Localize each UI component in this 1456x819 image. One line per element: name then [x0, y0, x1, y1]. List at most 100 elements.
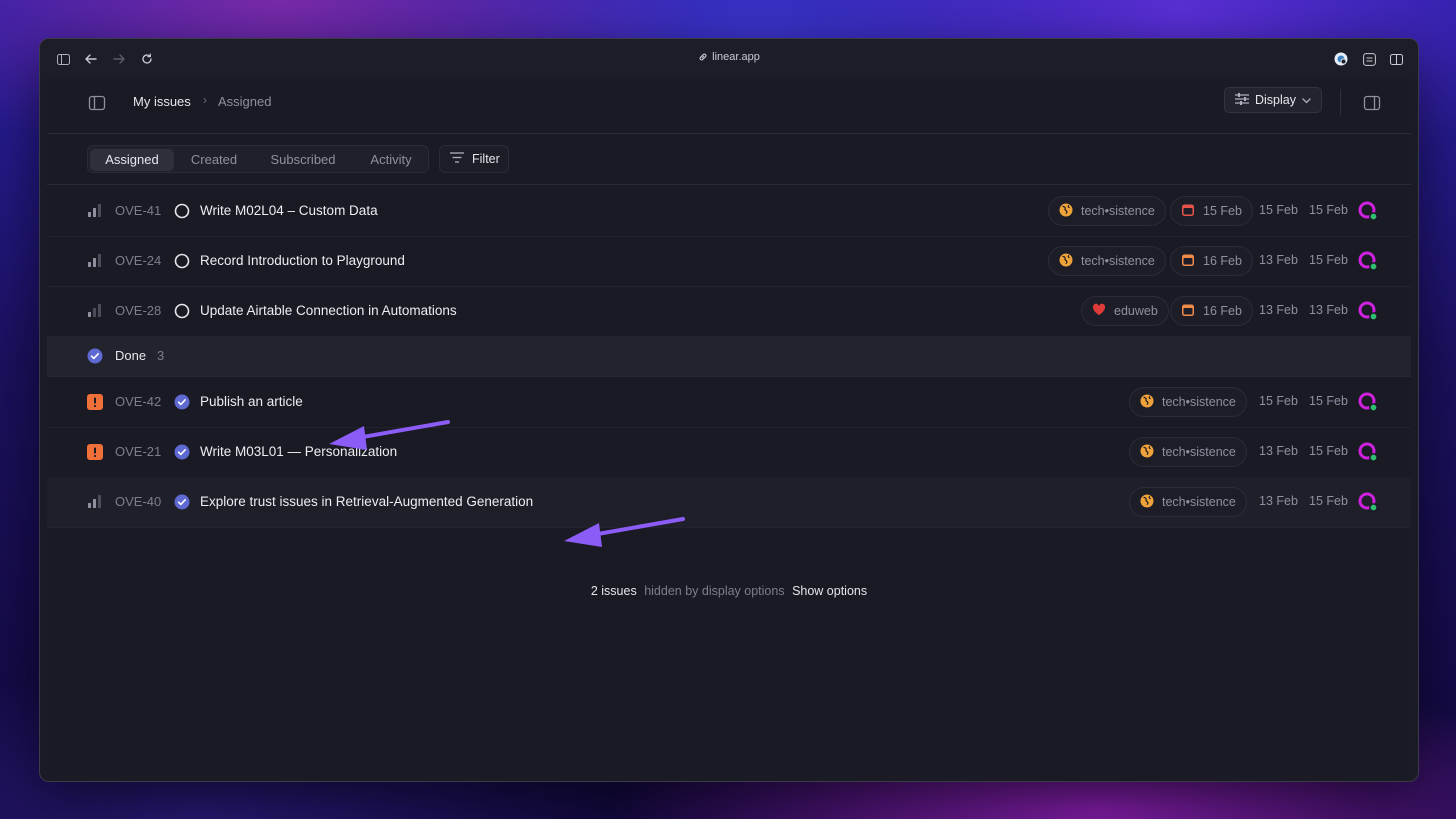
header-divider: [1340, 89, 1341, 115]
assignee-avatar[interactable]: [1358, 392, 1378, 412]
display-button-label: Display: [1255, 93, 1296, 107]
issue-id: OVE-21: [115, 444, 162, 459]
issue-row[interactable]: OVE-41 Write M02L04 – Custom Data tech•s…: [47, 186, 1411, 237]
created-date: 13 Feb: [1259, 494, 1298, 508]
issue-id: OVE-42: [115, 394, 162, 409]
issue-row[interactable]: OVE-28 Update Airtable Connection in Aut…: [47, 286, 1411, 337]
tab-created[interactable]: Created: [178, 149, 250, 171]
hidden-count: 2 issues: [590, 584, 637, 598]
tab-subscribed[interactable]: Subscribed: [256, 149, 350, 171]
project-label: eduweb: [1114, 304, 1158, 318]
filter-icon: [450, 152, 464, 166]
issue-title[interactable]: Record Introduction to Playground: [200, 253, 405, 268]
created-date: 13 Feb: [1259, 253, 1298, 267]
split-view-icon[interactable]: [1388, 51, 1404, 67]
updated-date: 15 Feb: [1309, 444, 1348, 458]
project-label: tech•sistence: [1162, 445, 1236, 459]
linear-app: My issues › Assigned Display Assigned Cr…: [47, 79, 1411, 773]
issue-title[interactable]: Publish an article: [200, 394, 303, 409]
updated-date: 15 Feb: [1309, 394, 1348, 408]
view-toolbar: Assigned Created Subscribed Activity Fil…: [47, 134, 1411, 185]
address-bar[interactable]: linear.app: [40, 51, 1418, 65]
done-check-icon[interactable]: [174, 494, 190, 510]
medium-priority-icon: [87, 495, 103, 509]
project-globe-icon: [1059, 203, 1073, 220]
todo-circle-icon[interactable]: [174, 253, 190, 269]
done-check-icon[interactable]: [174, 444, 190, 460]
project-chip[interactable]: tech•sistence: [1129, 487, 1247, 517]
done-group-header[interactable]: Done 3: [47, 336, 1411, 377]
due-date: 16 Feb: [1203, 304, 1242, 318]
tab-group: Assigned Created Subscribed Activity: [87, 145, 429, 173]
project-label: tech•sistence: [1081, 204, 1155, 218]
low-priority-icon: [87, 304, 103, 318]
issue-id: OVE-24: [115, 253, 162, 268]
chevron-down-icon: [1302, 93, 1311, 107]
filter-button-label: Filter: [472, 152, 500, 166]
due-date-chip[interactable]: 16 Feb: [1170, 296, 1253, 326]
medium-priority-icon: [87, 204, 103, 218]
assignee-avatar[interactable]: [1358, 251, 1378, 271]
calendar-icon: [1181, 253, 1195, 270]
assignee-avatar[interactable]: [1358, 492, 1378, 512]
issue-row[interactable]: OVE-21 Write M03L01 — Personalization te…: [47, 427, 1411, 478]
project-globe-icon: [1059, 253, 1073, 270]
tab-assigned[interactable]: Assigned: [90, 149, 174, 171]
heart-icon: [1092, 303, 1106, 319]
created-date: 15 Feb: [1259, 203, 1298, 217]
breadcrumb-my-issues[interactable]: My issues: [133, 94, 191, 109]
assignee-avatar[interactable]: [1358, 442, 1378, 462]
display-button[interactable]: Display: [1224, 87, 1322, 113]
project-chip[interactable]: tech•sistence: [1048, 196, 1166, 226]
page-header: My issues › Assigned Display: [47, 79, 1411, 134]
details-panel-icon[interactable]: [1363, 94, 1381, 112]
issue-row[interactable]: OVE-40 Explore trust issues in Retrieval…: [47, 477, 1411, 528]
assignee-avatar[interactable]: [1358, 201, 1378, 221]
updated-date: 15 Feb: [1309, 253, 1348, 267]
project-globe-icon: [1140, 494, 1154, 511]
todo-circle-icon[interactable]: [174, 203, 190, 219]
issue-title[interactable]: Update Airtable Connection in Automation…: [200, 303, 457, 318]
updated-date: 15 Feb: [1309, 203, 1348, 217]
sliders-icon: [1235, 92, 1249, 108]
project-label: tech•sistence: [1162, 395, 1236, 409]
reader-icon[interactable]: [1361, 51, 1377, 67]
issue-id: OVE-28: [115, 303, 162, 318]
done-check-icon[interactable]: [174, 394, 190, 410]
calendar-icon: [1181, 303, 1195, 320]
medium-priority-icon: [87, 254, 103, 268]
filter-button[interactable]: Filter: [439, 145, 509, 173]
project-chip[interactable]: tech•sistence: [1129, 437, 1247, 467]
issue-title[interactable]: Explore trust issues in Retrieval-Augmen…: [200, 494, 533, 509]
issue-row[interactable]: OVE-24 Record Introduction to Playground…: [47, 236, 1411, 287]
created-date: 15 Feb: [1259, 394, 1298, 408]
extension-icon[interactable]: [1333, 51, 1349, 67]
group-count: 3: [157, 348, 165, 363]
project-chip[interactable]: tech•sistence: [1048, 246, 1166, 276]
updated-date: 15 Feb: [1309, 494, 1348, 508]
project-chip[interactable]: tech•sistence: [1129, 387, 1247, 417]
created-date: 13 Feb: [1259, 303, 1298, 317]
project-label: tech•sistence: [1081, 254, 1155, 268]
project-label: tech•sistence: [1162, 495, 1236, 509]
project-chip[interactable]: eduweb: [1081, 296, 1169, 326]
breadcrumb-current: Assigned: [218, 94, 272, 109]
issue-row[interactable]: OVE-42 Publish an article tech•sistence …: [47, 377, 1411, 428]
assignee-avatar[interactable]: [1358, 301, 1378, 321]
issue-title[interactable]: Write M02L04 – Custom Data: [200, 203, 378, 218]
url-text: linear.app: [712, 51, 760, 63]
urgent-priority-icon: [87, 444, 103, 460]
due-date-chip[interactable]: 16 Feb: [1170, 246, 1253, 276]
show-options-link[interactable]: Show options: [792, 584, 867, 598]
due-date: 15 Feb: [1203, 204, 1242, 218]
created-date: 13 Feb: [1259, 444, 1298, 458]
project-globe-icon: [1140, 444, 1154, 461]
tab-activity[interactable]: Activity: [356, 149, 426, 171]
browser-window: linear.app My issues › Assigned Display: [39, 38, 1419, 782]
updated-date: 13 Feb: [1309, 303, 1348, 317]
sidebar-toggle-icon[interactable]: [88, 94, 106, 112]
issue-title[interactable]: Write M03L01 — Personalization: [200, 444, 397, 459]
link-icon: [698, 52, 708, 65]
todo-circle-icon[interactable]: [174, 303, 190, 319]
due-date-chip[interactable]: 15 Feb: [1170, 196, 1253, 226]
